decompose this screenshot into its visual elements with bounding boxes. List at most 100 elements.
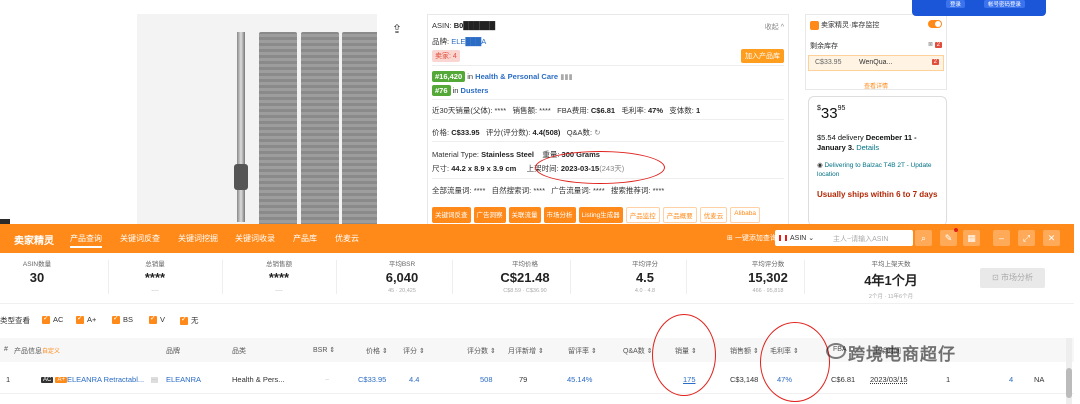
- filter-ac-label: AC: [53, 315, 64, 324]
- stat-label: ASIN数量: [22, 261, 52, 268]
- filter-ac[interactable]: AC: [42, 314, 64, 325]
- add-to-product-library-button[interactable]: 加入产品库: [741, 49, 784, 63]
- chip-keyword-reverse[interactable]: 关键词反查: [432, 207, 471, 223]
- row-brand[interactable]: ELEANRA: [166, 375, 201, 384]
- scrollbar-thumb[interactable]: [1066, 368, 1072, 398]
- size-value: 44.2 x 8.9 x 3.9 cm: [451, 164, 517, 173]
- col-qa[interactable]: Q&A数 ⇕: [623, 346, 653, 356]
- seller-count-tag[interactable]: 卖家: 4: [432, 50, 460, 62]
- view-details-link[interactable]: 查看详情: [806, 81, 946, 90]
- col-bsr-label: BSR: [313, 347, 328, 354]
- aplus-badge: A+: [55, 377, 67, 384]
- table-scrollbar[interactable]: [1066, 338, 1072, 404]
- col-product-info[interactable]: 产品信息: [14, 346, 42, 356]
- product-image[interactable]: [137, 14, 377, 226]
- row-listing-date[interactable]: 2023/03/15: [870, 375, 908, 384]
- location-link[interactable]: ◉ Delivering to Balzac T4B 2T - Update l…: [817, 161, 943, 179]
- col-review-count-label: 评分数: [467, 348, 488, 355]
- filter-aplus-label: A+: [87, 315, 97, 324]
- chip-listing-generator[interactable]: Listing生成器: [578, 207, 623, 223]
- filter-v[interactable]: V: [149, 314, 165, 325]
- collapse-button[interactable]: 收起 ^: [765, 22, 784, 32]
- brand-link[interactable]: ELE███A: [451, 37, 486, 46]
- col-revenue-label: 销售额: [730, 348, 751, 355]
- chart-icon[interactable]: ▮▮▮: [560, 72, 572, 81]
- chip-market-analysis[interactable]: 市场分析: [543, 207, 576, 223]
- rating-value: 4.4(508): [532, 128, 561, 137]
- refresh-icon[interactable]: ↻: [594, 128, 600, 137]
- chip-product-summary[interactable]: 产品概要: [662, 207, 697, 223]
- col-category[interactable]: 品类: [232, 346, 246, 356]
- product-area: ⇪ ASIN: B0██████ 收起 ^ 品牌: ELE███A 卖家: 4 …: [0, 0, 1080, 226]
- stock-label: 剩余库存: [810, 43, 838, 50]
- col-review-count[interactable]: 评分数 ⇕: [467, 346, 496, 356]
- nav-keyword-mining[interactable]: 关键词挖掘: [178, 233, 218, 244]
- search-icon[interactable]: ⌕: [915, 230, 932, 246]
- col-revenue[interactable]: 销售额 ⇕: [730, 346, 759, 356]
- grid-icon[interactable]: ▦: [963, 230, 980, 246]
- stock-row-count: 2: [931, 59, 939, 65]
- divider: [452, 260, 453, 294]
- stat-label: 平均评分: [632, 261, 658, 268]
- stat-range: 45 · 20,425: [388, 288, 416, 294]
- asin-value[interactable]: B0██████: [454, 21, 495, 30]
- col-monthly-reviews[interactable]: 月评新增 ⇕: [508, 346, 544, 356]
- pin-icon[interactable]: ✎: [940, 230, 957, 246]
- row-sellers[interactable]: 4: [1009, 375, 1013, 384]
- delivery-info: $5.54 delivery December 11 - January 3. …: [817, 133, 943, 153]
- nav-product-query[interactable]: 产品查询: [70, 233, 102, 248]
- filter-aplus[interactable]: A+: [76, 314, 97, 325]
- col-brand[interactable]: 品牌: [166, 346, 180, 356]
- row-reviews[interactable]: 508: [480, 375, 493, 384]
- brand-label: 品牌:: [432, 37, 450, 46]
- chip-youmaiyun[interactable]: 优麦云: [699, 207, 728, 223]
- nav-youmaiyun[interactable]: 优麦云: [335, 233, 359, 244]
- col-custom-link[interactable]: 自定义: [42, 346, 60, 355]
- col-bsr[interactable]: BSR ⇕: [313, 346, 335, 354]
- filter-none[interactable]: 无: [180, 315, 199, 326]
- chip-product-monitor[interactable]: 产品监控: [625, 207, 660, 223]
- chip-related-traffic[interactable]: 关联流量: [508, 207, 541, 223]
- col-price[interactable]: 价格 ⇕: [366, 346, 388, 356]
- market-analysis-button[interactable]: ⊡ 市场分析: [980, 268, 1045, 288]
- bsr-rank-1: #16,420: [432, 71, 466, 82]
- monitor-toggle[interactable]: [928, 20, 942, 28]
- stock-row[interactable]: C$33.95 WenQua... 2: [808, 55, 944, 71]
- nav-keyword-reverse[interactable]: 关键词反查: [120, 233, 160, 244]
- row-product-title[interactable]: ELEANRA Retractabl...: [67, 375, 144, 384]
- login-button[interactable]: 登录: [946, 0, 966, 8]
- row-rating[interactable]: 4.4: [409, 375, 419, 384]
- one-click-add-button[interactable]: ⊞ 一键添加查询: [727, 233, 777, 243]
- nav-product-library[interactable]: 产品库: [293, 233, 317, 244]
- trend-icon[interactable]: ~: [325, 375, 329, 384]
- camera-icon[interactable]: ◙: [928, 41, 932, 48]
- organic-value: ****: [533, 186, 546, 195]
- nav-keyword-index[interactable]: 关键词收录: [235, 233, 275, 244]
- inventory-monitor-panel: 卖家精灵·库存监控 剩余库存 ◙ 2 C$33.95 WenQua... 2 查…: [805, 14, 947, 90]
- minimize-icon[interactable]: –: [993, 230, 1010, 246]
- row-price[interactable]: C$33.95: [358, 375, 386, 384]
- search-type-select[interactable]: ASIN ⌄: [790, 234, 814, 242]
- bsr-category-1-link[interactable]: Health & Personal Care: [475, 72, 558, 81]
- chip-ad-insight[interactable]: 广告洞察: [473, 207, 506, 223]
- divider: [222, 260, 223, 294]
- watermark: 跨境电商超仔: [848, 345, 956, 364]
- pole-knob-graphic: [234, 164, 248, 190]
- chip-alibaba[interactable]: Alibaba: [730, 207, 760, 223]
- stat-total-sales: 总销量 **** ----: [130, 258, 180, 294]
- close-icon[interactable]: ✕: [1043, 230, 1060, 246]
- details-link[interactable]: Details: [856, 143, 879, 152]
- expand-icon[interactable]: ⤢: [1018, 230, 1035, 246]
- filter-bs[interactable]: BS: [112, 314, 133, 325]
- bsr-category-2-link[interactable]: Dusters: [461, 86, 489, 95]
- col-review-rate[interactable]: 留评率 ⇕: [568, 346, 597, 356]
- stat-range: C$8.59 · C$36.90: [503, 288, 547, 294]
- stat-label: 平均价格: [512, 261, 538, 268]
- asin-search-box[interactable]: ASIN ⌄ 主人~请输入ASIN: [775, 230, 913, 246]
- col-rating[interactable]: 评分 ⇕: [403, 346, 425, 356]
- password-login-button[interactable]: 帐号密码登录: [984, 0, 1026, 8]
- table-row[interactable]: 1 AC A+ ELEANRA Retractabl... ▤ ELEANRA …: [0, 364, 1074, 394]
- copy-icon[interactable]: ▤: [151, 375, 158, 384]
- share-icon[interactable]: ⇪: [392, 22, 404, 36]
- stat-value: ****: [268, 270, 290, 285]
